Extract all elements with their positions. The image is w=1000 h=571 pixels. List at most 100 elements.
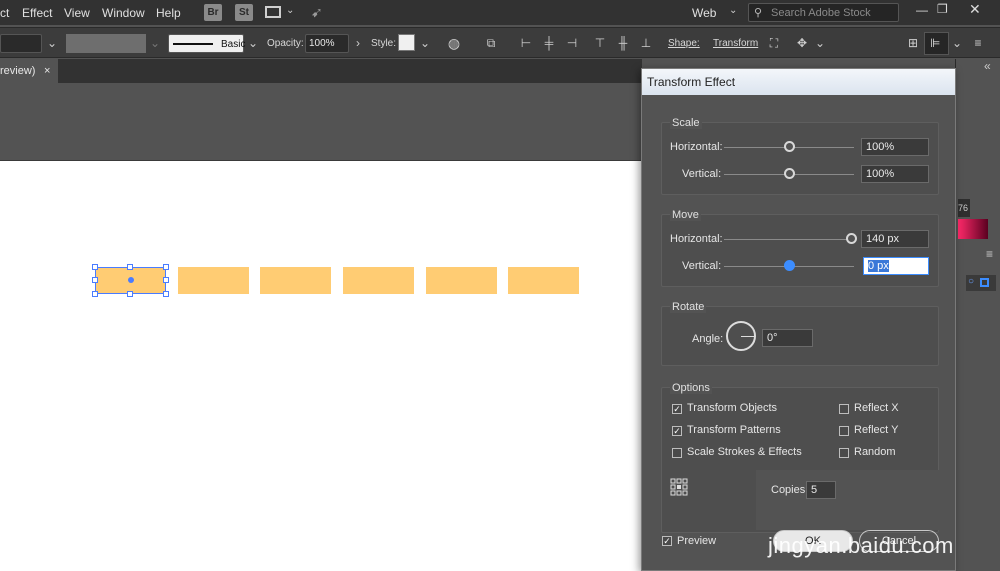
document-tab[interactable]: review) × [0,59,58,83]
brush-definition-field[interactable]: Basic [168,34,245,53]
transform-objects-label[interactable]: Transform Objects [687,402,777,414]
graphic-style-swatch[interactable] [398,34,415,51]
transform-copy-rectangle[interactable] [508,267,579,294]
opacity-input[interactable]: 100% [305,34,349,53]
random-checkbox[interactable] [839,448,849,458]
selection-handle[interactable] [92,291,98,297]
scale-horizontal-input[interactable]: 100% [861,138,929,156]
menu-item-view[interactable]: View [64,6,90,20]
stock-search-input[interactable]: ⚲ Search Adobe Stock [748,3,899,22]
align-vertical-center-icon[interactable]: ╫ [616,36,630,50]
arrange-documents-icon[interactable] [265,6,281,18]
isolate-object-icon[interactable]: ⛶ [767,36,781,50]
recolor-artwork-icon[interactable]: ◍ [447,36,461,50]
scale-vertical-slider-knob[interactable] [783,168,795,179]
opacity-label[interactable]: Opacity: [267,38,304,49]
selection-handle[interactable] [92,277,98,283]
chevron-down-icon[interactable]: ⌄ [246,36,260,50]
transform-patterns-label[interactable]: Transform Patterns [687,424,781,436]
align-to-icon[interactable]: ⧉ [484,36,498,50]
reflect-y-label[interactable]: Reflect Y [854,424,898,436]
minimize-icon[interactable]: — [916,3,928,17]
chevron-down-icon[interactable]: ⌄ [950,36,964,50]
align-top-icon[interactable]: ⊤ [593,36,607,50]
layer-selection-icon[interactable] [980,278,989,287]
menu-item-help[interactable]: Help [156,6,181,20]
move-horizontal-slider-track[interactable] [724,239,854,240]
transform-copy-rectangle[interactable] [260,267,331,294]
move-vertical-label: Vertical: [682,260,722,272]
preview-checkbox[interactable]: ✓ [662,536,672,546]
align-horizontal-center-icon[interactable]: ╪ [542,36,556,50]
align-bottom-icon[interactable]: ⊥ [639,36,653,50]
reference-point-icon[interactable] [670,478,688,496]
selection-handle[interactable] [127,291,133,297]
move-horizontal-slider-knob[interactable] [846,233,857,244]
copies-input[interactable]: 5 [806,481,836,499]
dialog-title: Transform Effect [642,69,955,95]
scale-vertical-input[interactable]: 100% [861,165,929,183]
stock-button[interactable]: St [235,4,253,21]
menu-item-window[interactable]: Window [102,6,145,20]
align-left-icon[interactable]: ⊢ [519,36,533,50]
gpu-performance-icon[interactable]: ➹ [311,4,323,21]
artboard[interactable] [0,161,642,571]
panel-menu-icon[interactable]: ≡ [986,247,993,261]
selection-handle[interactable] [163,277,169,283]
panel-menu-icon[interactable]: ≡ [971,36,985,50]
bridge-button[interactable]: Br [204,4,222,21]
menu-item-effect[interactable]: Effect [22,6,52,20]
collapse-panel-icon[interactable]: « [984,59,991,73]
workspace-chevron-icon[interactable]: ⌄ [729,5,737,16]
properties-panel-button[interactable]: ⊫ [924,32,949,55]
chevron-right-icon[interactable]: › [351,36,365,50]
scale-strokes-label[interactable]: Scale Strokes & Effects [687,446,802,458]
transform-copy-rectangle[interactable] [343,267,414,294]
selection-handle[interactable] [127,264,133,270]
reflect-y-checkbox[interactable] [839,426,849,436]
chevron-down-icon[interactable]: ⌄ [45,36,59,50]
close-icon[interactable]: ✕ [969,1,981,18]
pasteboard[interactable] [0,83,642,161]
random-label[interactable]: Random [854,446,896,458]
transform-link[interactable]: Transform [713,38,758,49]
preview-label[interactable]: Preview [677,535,716,547]
color-spectrum[interactable] [958,219,988,239]
center-point [128,277,134,283]
move-vertical-input[interactable]: 0 px [863,257,929,275]
scale-horizontal-slider-knob[interactable] [783,141,795,152]
panel-value-field[interactable]: 76 [958,199,970,217]
chevron-down-icon[interactable]: ⌄ [418,36,432,50]
transform-objects-checkbox[interactable]: ✓ [672,404,682,414]
align-right-icon[interactable]: ⊣ [565,36,579,50]
transform-patterns-checkbox[interactable]: ✓ [672,426,682,436]
transform-copy-rectangle[interactable] [178,267,249,294]
reflect-x-checkbox[interactable] [839,404,849,414]
scale-group-title: Scale [670,117,702,129]
move-group: Move Horizontal: 140 px Vertical: 0 px [661,209,939,287]
options-group-title: Options [670,382,712,394]
selection-handle[interactable] [163,264,169,270]
move-vertical-slider-knob[interactable] [784,260,795,271]
close-tab-icon[interactable]: × [44,65,50,77]
shape-label[interactable]: Shape: [668,38,700,49]
chevron-down-icon[interactable]: ⌄ [286,5,294,16]
selection-handle[interactable] [92,264,98,270]
move-horizontal-input[interactable]: 140 px [861,230,929,248]
puppet-warp-icon[interactable]: ✥ [795,36,809,50]
menu-item-select[interactable]: ct [0,6,9,20]
reflect-x-label[interactable]: Reflect X [854,402,899,414]
scale-strokes-checkbox[interactable] [672,448,682,458]
stroke-weight-field[interactable] [0,34,42,53]
selection-handle[interactable] [163,291,169,297]
angle-input[interactable]: 0° [762,329,813,347]
layer-row[interactable]: ○ [966,275,996,291]
restore-icon[interactable]: ❐ [937,2,948,16]
layer-target-icon[interactable]: ○ [968,276,974,287]
workspace-switcher[interactable]: Web [692,6,716,20]
chevron-down-icon[interactable]: ⌄ [813,36,827,50]
transform-copy-rectangle[interactable] [426,267,497,294]
variable-width-profile[interactable] [66,34,146,53]
angle-dial[interactable] [726,321,756,351]
arrange-panel-icon[interactable]: ⊞ [906,36,920,50]
